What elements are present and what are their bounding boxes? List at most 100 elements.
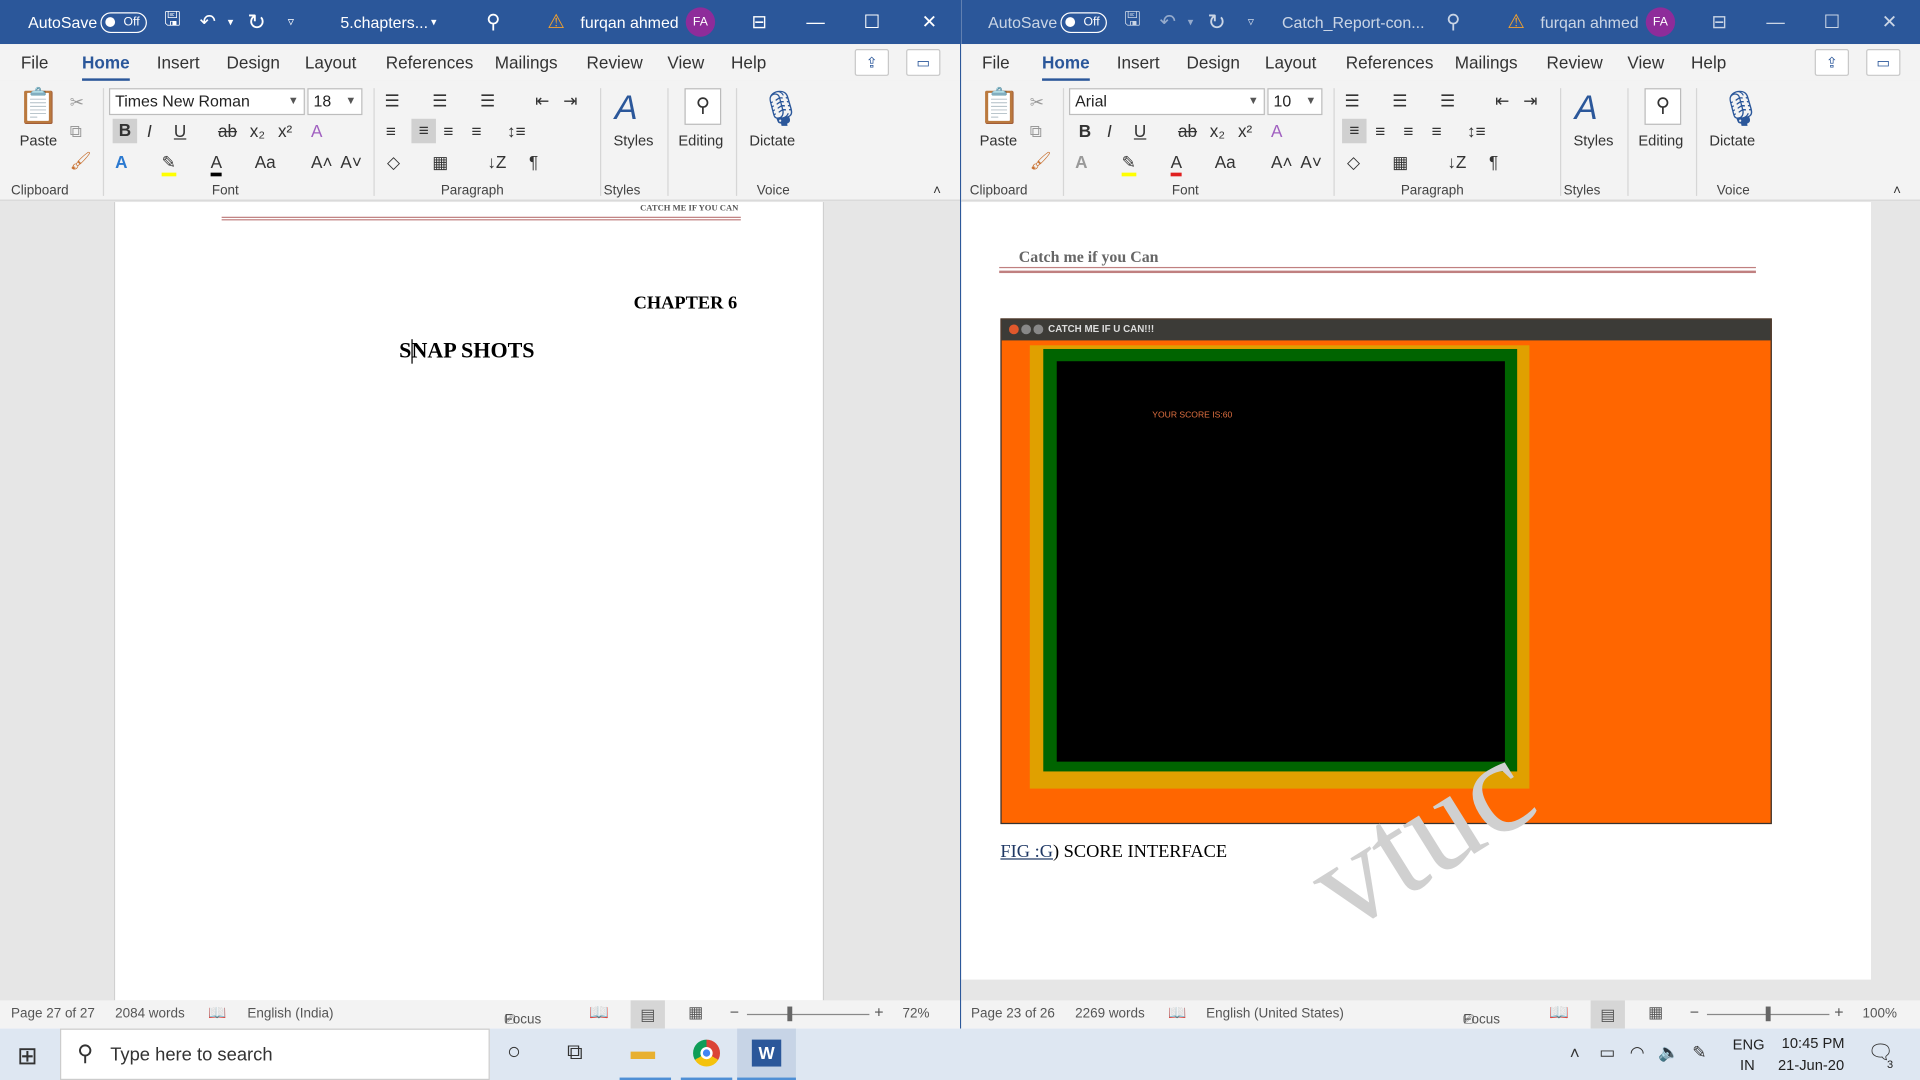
clear-formatting-icon[interactable]: A (1271, 120, 1282, 142)
proofing-icon[interactable]: 📖 (208, 1004, 226, 1021)
chrome-app[interactable] (680, 1029, 733, 1080)
task-view-icon[interactable]: ⧉ (567, 1040, 583, 1066)
zoom-slider-thumb[interactable] (1765, 1006, 1771, 1022)
copy-icon[interactable]: ⧉ (70, 120, 82, 142)
styles-label[interactable]: Styles (613, 132, 653, 149)
tab-file[interactable]: File (982, 53, 1010, 73)
italic-icon[interactable]: I (147, 120, 152, 142)
paste-icon[interactable]: 📋 (978, 86, 1021, 126)
font-color-icon[interactable]: A (1170, 151, 1183, 177)
document-title[interactable]: 5.chapters... (340, 0, 428, 44)
clock-date[interactable]: 21-Jun-20 (1778, 1057, 1844, 1074)
close-button[interactable]: ✕ (1861, 0, 1917, 44)
underline-icon[interactable]: U (174, 120, 186, 142)
warning-icon[interactable]: ⚠ (547, 0, 565, 44)
line-spacing-icon[interactable]: ↕≡ (1467, 120, 1486, 142)
tab-home[interactable]: Home (1042, 53, 1090, 83)
copy-icon[interactable]: ⧉ (1030, 120, 1042, 142)
search-icon[interactable]: ⚲ (486, 0, 500, 44)
zoom-in-button[interactable]: + (874, 1003, 883, 1021)
bold-icon[interactable]: B (112, 118, 138, 144)
minimize-button[interactable]: — (1747, 0, 1803, 44)
tab-view[interactable]: View (667, 53, 704, 73)
tab-review[interactable]: Review (587, 53, 643, 73)
document-area[interactable]: Catch me if you Can CATCH ME IF U CAN!!!… (961, 202, 1920, 1001)
paste-label[interactable]: Paste (20, 132, 58, 149)
share-icon[interactable]: ⇪ (1814, 48, 1849, 76)
tab-help[interactable]: Help (731, 53, 766, 73)
language[interactable]: English (India) (247, 1007, 333, 1022)
print-layout-icon[interactable]: ▤ (1590, 1000, 1625, 1029)
tab-references[interactable]: References (386, 53, 474, 73)
subscript-icon[interactable]: x₂ (250, 120, 265, 142)
format-painter-icon[interactable]: 🖌 (1030, 149, 1052, 171)
avatar[interactable]: FA (1645, 7, 1676, 37)
find-icon[interactable]: ⚲ (1644, 88, 1682, 125)
increase-indent-icon[interactable]: ⇥ (1523, 89, 1537, 111)
italic-icon[interactable]: I (1107, 120, 1112, 142)
windows-start-icon[interactable]: ⊞ (17, 1041, 38, 1072)
tab-file[interactable]: File (21, 53, 49, 73)
styles-label[interactable]: Styles (1573, 132, 1613, 149)
customize-qat-icon[interactable]: ▿ (1248, 0, 1254, 44)
page-count[interactable]: Page 27 of 27 (11, 1007, 95, 1022)
chevron-down-icon[interactable]: ▼ (345, 94, 356, 106)
tab-design[interactable]: Design (1187, 53, 1240, 73)
align-right-icon[interactable]: ≡ (443, 120, 453, 142)
zoom-slider-thumb[interactable] (787, 1006, 793, 1022)
show-marks-icon[interactable]: ¶ (529, 151, 538, 173)
tab-layout[interactable]: Layout (1265, 53, 1316, 73)
numbering-icon[interactable]: ☰ (1392, 89, 1407, 111)
align-left-icon[interactable]: ≡ (1342, 118, 1367, 144)
increase-indent-icon[interactable]: ⇥ (563, 89, 577, 111)
zoom-slider[interactable] (746, 1013, 870, 1016)
tab-mailings[interactable]: Mailings (495, 53, 558, 73)
bold-icon[interactable]: B (1079, 120, 1091, 142)
print-layout-icon[interactable]: ▤ (630, 1000, 665, 1029)
align-left-icon[interactable]: ≡ (386, 120, 396, 142)
font-size-box[interactable]: 10 ▼ (1267, 88, 1323, 116)
page-count[interactable]: Page 23 of 26 (971, 1007, 1055, 1022)
show-marks-icon[interactable]: ¶ (1489, 151, 1498, 173)
clock-time[interactable]: 10:45 PM (1782, 1035, 1845, 1052)
document-title[interactable]: Catch_Report-con... (1282, 0, 1424, 44)
strikethrough-icon[interactable]: ab (218, 120, 237, 142)
strikethrough-icon[interactable]: ab (1178, 120, 1197, 142)
battery-icon[interactable]: ▭ (1599, 1042, 1615, 1063)
text-effects-icon[interactable]: A (115, 151, 127, 173)
tab-insert[interactable]: Insert (1117, 53, 1160, 73)
close-button[interactable]: ✕ (901, 0, 957, 44)
figure-reference[interactable]: FIG :G (1000, 842, 1053, 862)
grow-font-icon[interactable]: A˄ (1271, 151, 1292, 173)
document-page[interactable]: CATCH ME IF YOU CAN CHAPTER 6 SNAP SHOTS (113, 202, 825, 1001)
zoom-out-button[interactable]: − (730, 1003, 739, 1021)
cut-icon[interactable]: ✂ (1030, 91, 1044, 113)
styles-icon[interactable]: A (615, 88, 638, 127)
redo-icon[interactable]: ↻ (247, 0, 265, 44)
show-hidden-icons[interactable]: ˄ (1570, 1043, 1580, 1063)
dictate-label[interactable]: Dictate (749, 132, 795, 149)
paste-icon[interactable]: 📋 (17, 86, 60, 126)
proofing-icon[interactable]: 📖 (1168, 1004, 1186, 1021)
font-name-box[interactable]: Times New Roman ▼ (108, 88, 305, 116)
autosave-toggle[interactable]: Off (1060, 11, 1107, 33)
multilevel-list-icon[interactable]: ☰ (1440, 89, 1455, 111)
save-icon[interactable]: 🖫 (164, 0, 181, 44)
web-layout-icon[interactable]: ▦ (1648, 1003, 1663, 1023)
chevron-down-icon[interactable]: ▼ (1248, 94, 1259, 106)
font-color-icon[interactable]: A (210, 151, 223, 177)
search-icon[interactable]: ⚲ (1446, 0, 1460, 44)
borders-icon[interactable]: ▦ (432, 151, 448, 173)
undo-icon[interactable]: ↶ (1160, 0, 1176, 44)
comments-icon[interactable]: ▭ (906, 48, 941, 76)
tab-mailings[interactable]: Mailings (1455, 53, 1518, 73)
microphone-icon[interactable]: 🎙 (1719, 88, 1763, 128)
font-name-box[interactable]: Arial ▼ (1068, 88, 1265, 116)
highlight-icon[interactable]: ✎ (1121, 151, 1137, 177)
subscript-icon[interactable]: x₂ (1210, 120, 1225, 142)
chevron-down-icon[interactable]: ▼ (1305, 94, 1316, 106)
language-primary[interactable]: ENG (1733, 1036, 1765, 1053)
shading-icon[interactable]: ◇ (387, 151, 400, 173)
editing-label[interactable]: Editing (678, 132, 723, 149)
tab-design[interactable]: Design (227, 53, 280, 73)
